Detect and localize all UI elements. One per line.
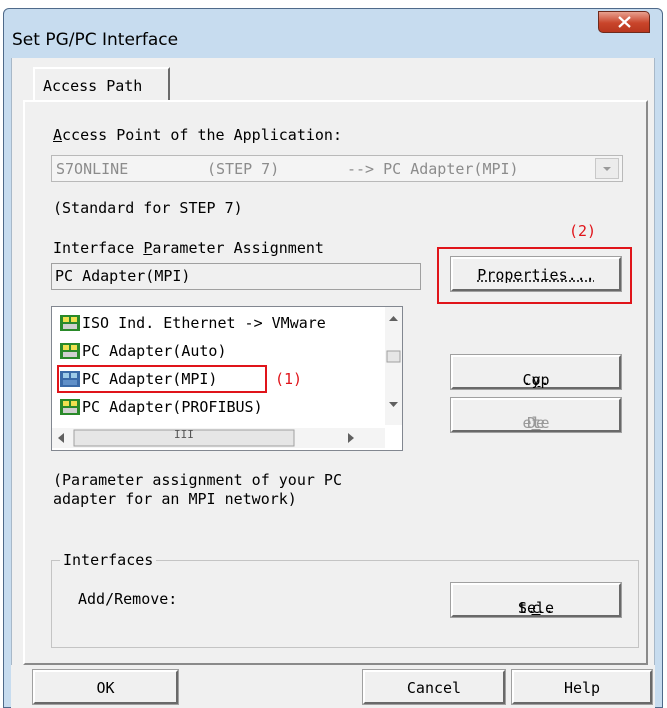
combo-col-app: (STEP 7)	[207, 160, 280, 178]
scroll-right-icon	[348, 433, 354, 443]
ok-button[interactable]: OK	[32, 669, 179, 705]
interface-param-field[interactable]: PC Adapter(MPI)	[51, 263, 421, 290]
list-item[interactable]: PC Adapter(PROFIBUS)	[60, 396, 263, 420]
annotation-marker-1: (1)	[275, 370, 303, 388]
standard-note: (Standard for STEP 7)	[53, 199, 243, 217]
tab-access-path[interactable]: Access Path	[33, 67, 170, 101]
annotation-box-1	[57, 365, 267, 393]
access-point-select[interactable]: S7ONLINE (STEP 7) --> PC Adapter(MPI)	[51, 155, 623, 182]
adapter-icon	[60, 315, 80, 331]
vertical-scrollbar[interactable]	[385, 307, 402, 425]
description-line-1: (Parameter assignment of your PC	[53, 471, 342, 489]
scroll-up-icon	[389, 316, 398, 321]
scroll-down-icon	[389, 402, 398, 407]
annotation-marker-2: (2)	[569, 222, 597, 240]
scroll-thumb	[386, 350, 401, 363]
combo-col-name: S7ONLINE	[56, 160, 129, 178]
interfaces-group-title: Interfaces	[60, 551, 157, 569]
combo-col-interface: --> PC Adapter(MPI)	[347, 160, 519, 178]
description-line-2: adapter for an MPI network)	[53, 490, 297, 508]
list-item[interactable]: ISO Ind. Ethernet -> VMware	[60, 312, 326, 336]
close-button[interactable]	[598, 11, 650, 33]
add-remove-label: Add/Remove:	[78, 590, 178, 608]
horizontal-scrollbar[interactable]: III	[52, 428, 385, 448]
properties-button[interactable]: Properties...	[450, 256, 622, 292]
chevron-down-icon[interactable]	[595, 158, 619, 179]
access-point-label: Access Point of the Application:	[53, 126, 342, 144]
help-button[interactable]: Help	[511, 669, 653, 705]
adapter-icon	[60, 399, 80, 415]
scroll-grip: III	[174, 428, 194, 441]
window-title: Set PG/PC Interface	[12, 30, 179, 50]
adapter-icon	[60, 343, 80, 359]
interface-param-label: Interface Parameter Assignment	[53, 239, 324, 257]
tab-label: Access Path	[43, 77, 143, 95]
select-button[interactable]: Sele c t...	[450, 582, 622, 618]
scroll-left-icon	[58, 433, 64, 443]
copy-button[interactable]: Cop y...	[450, 354, 622, 390]
list-item[interactable]: PC Adapter(Auto)	[60, 340, 227, 364]
cancel-button[interactable]: Cancel	[362, 669, 506, 705]
close-icon	[618, 16, 631, 28]
delete-button[interactable]: De l ete	[450, 397, 622, 433]
